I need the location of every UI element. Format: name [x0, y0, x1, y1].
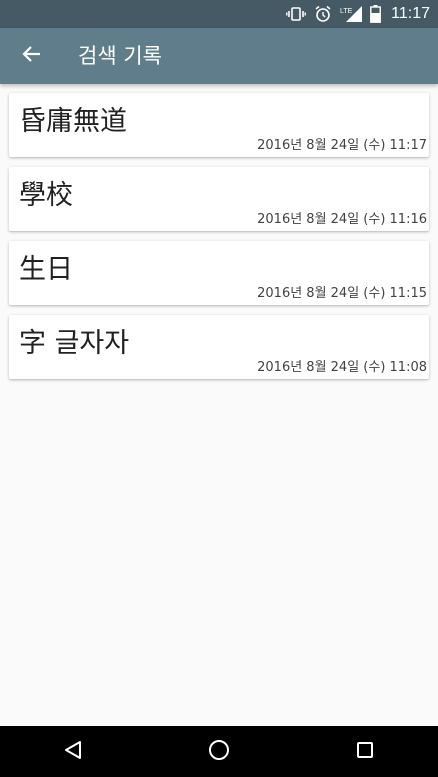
search-history-content: 昏庸無道 2016년 8월 24일 (수) 11:17 學校 2016년 8월 …	[0, 84, 438, 726]
lte-signal-icon: LTE	[340, 5, 363, 23]
nav-recents-button[interactable]	[335, 726, 395, 777]
app-bar: 검색 기록	[0, 28, 438, 84]
history-item[interactable]: 昏庸無道 2016년 8월 24일 (수) 11:17	[9, 93, 429, 157]
lte-label: LTE	[340, 8, 353, 15]
arrow-back-icon	[22, 44, 42, 68]
alarm-icon	[314, 5, 332, 23]
history-word: 生日	[19, 254, 73, 285]
nav-recents-icon	[356, 741, 374, 763]
history-list: 昏庸無道 2016년 8월 24일 (수) 11:17 學校 2016년 8월 …	[0, 84, 438, 379]
nav-home-icon	[208, 739, 230, 765]
history-item[interactable]: 學校 2016년 8월 24일 (수) 11:16	[9, 167, 429, 231]
status-time: 11:17	[391, 5, 430, 22]
history-word: 字 글자자	[19, 328, 130, 359]
status-bar: LTE 11:17	[0, 0, 438, 28]
nav-back-button[interactable]	[43, 726, 103, 777]
history-item[interactable]: 字 글자자 2016년 8월 24일 (수) 11:08	[9, 315, 429, 379]
vibrate-icon	[286, 6, 307, 22]
system-nav-bar	[0, 726, 438, 777]
history-date: 2016년 8월 24일 (수) 11:16	[257, 212, 427, 227]
nav-home-button[interactable]	[189, 726, 249, 777]
history-date: 2016년 8월 24일 (수) 11:08	[257, 360, 427, 375]
history-word: 昏庸無道	[19, 106, 127, 137]
nav-back-icon	[63, 740, 83, 764]
history-word: 學校	[19, 180, 73, 211]
page-title: 검색 기록	[78, 44, 162, 68]
back-button[interactable]	[12, 36, 52, 76]
battery-icon	[370, 5, 382, 23]
history-date: 2016년 8월 24일 (수) 11:15	[257, 286, 427, 301]
status-icons: LTE 11:17	[286, 0, 430, 28]
history-item[interactable]: 生日 2016년 8월 24일 (수) 11:15	[9, 241, 429, 305]
history-date: 2016년 8월 24일 (수) 11:17	[257, 138, 427, 153]
